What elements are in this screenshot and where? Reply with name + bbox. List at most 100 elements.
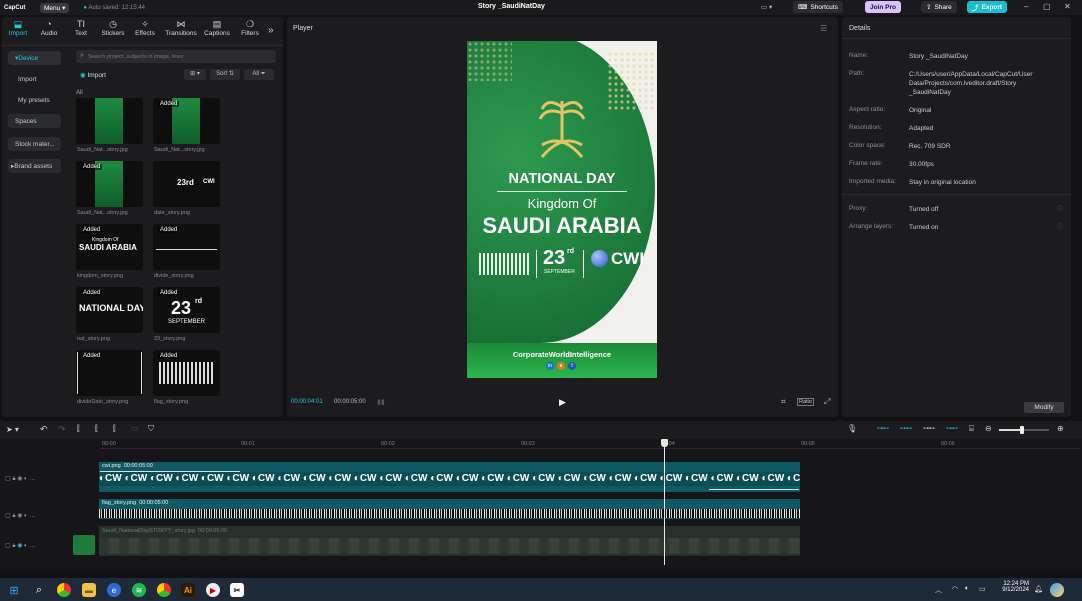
wifi-icon[interactable]: ◠ [952,585,958,593]
media-item-flag-story[interactable]: Added [153,350,220,396]
tab-audio[interactable]: ◔ Audio [34,19,64,37]
media-item-saudi-nat-3[interactable]: Added [76,161,143,207]
modify-button[interactable]: Modify [1024,402,1064,413]
more-icon[interactable]: … [29,476,35,482]
ratio-button[interactable]: Ratio [797,398,814,406]
sidebar-item-brand-assets[interactable]: ▸ Brand assets [8,159,61,173]
maximize-icon[interactable]: ▢ [1043,2,1051,11]
caption-icon[interactable]: ⌸ [969,424,974,434]
shield-icon[interactable]: ⛉ [148,424,154,434]
zoom-slider-handle[interactable] [1019,426,1024,434]
search-icon[interactable]: ⌕ [32,583,46,597]
notification-bell-icon[interactable]: 🔔︎ [1034,585,1043,593]
cover-icon[interactable]: ▢ [5,543,11,549]
lock-icon[interactable]: 🔒︎ [12,513,15,519]
cover-thumbnail[interactable] [73,535,95,555]
layout-button[interactable]: ▭ ▾ [756,1,777,13]
close-icon[interactable]: ✕ [1064,2,1071,11]
more-icon[interactable]: … [29,513,35,519]
auto-snap-icon[interactable]: ⊶⊷ [900,425,912,432]
microphone-icon[interactable]: 🎙︎ [847,424,857,433]
search-input[interactable] [88,51,268,62]
search-box[interactable]: ⌕ [76,50,276,63]
media-item-saudi-nat-2[interactable]: Added [153,98,220,144]
media-item-date-story[interactable]: 23rd CWI [153,161,220,207]
zoom-out-icon[interactable]: ⊖ [985,424,992,433]
eye-icon[interactable]: ◉ [17,476,22,482]
main-track-magnet-icon[interactable]: ⊶⊷ [877,425,889,432]
select-tool-icon[interactable]: ➤ ▾ [6,425,19,434]
info-icon[interactable]: ⓘ [1057,204,1063,213]
sidebar-item-stock-material[interactable]: Stock mater... [8,137,61,151]
media-item-saudi-nat-1[interactable] [76,98,143,144]
audio-mute-icon[interactable]: 🔈︎ [24,476,28,482]
sidebar-item-import[interactable]: Import [8,72,61,86]
illustrator-icon[interactable]: Ai [181,583,195,597]
tab-transitions[interactable]: ⋈ Transitions [163,19,199,37]
export-button[interactable]: ⤴ Export [967,1,1008,13]
more-tabs-icon[interactable]: » [268,25,274,36]
chrome-icon[interactable] [57,583,71,597]
split-right-icon[interactable]: ⫿ [113,424,116,434]
zoom-in-icon[interactable]: ⊕ [1057,424,1064,433]
tab-stickers[interactable]: ◷ Stickers [98,19,128,37]
more-icon[interactable]: … [29,543,35,549]
menu-button[interactable]: Menu ▾ [40,2,70,13]
sidebar-item-device[interactable]: ▾ Device [8,51,61,65]
timeline-clip-main-video[interactable]: Saudi_NationalDaySTORYY_story.jpg 00:00:… [99,526,800,556]
edge-icon[interactable]: e [107,583,121,597]
media-item-nat-story[interactable]: Added NATIONAL DAY [76,287,143,333]
windows-start-icon[interactable]: ⊞ [7,583,21,597]
spotify-icon[interactable]: ≋ [132,583,146,597]
split-left-icon[interactable]: ⫿ [95,424,98,434]
view-mode-button[interactable]: ⊞ ▾ [184,69,206,80]
split-icon[interactable]: ⫿ [77,424,80,434]
preview-axis-icon[interactable]: ⊶⊷ [946,425,958,432]
delete-icon[interactable]: ▭ [131,424,139,433]
playhead-handle[interactable] [661,439,668,447]
clock[interactable]: 12:24 PM 9/12/2024 [999,581,1029,593]
linkage-icon[interactable]: ⊶⊷ [923,425,935,432]
tab-text[interactable]: TI Text [66,19,96,37]
sidebar-item-my-presets[interactable]: My presets [8,93,61,107]
sort-button[interactable]: Sort ⇅ [210,69,240,80]
playhead[interactable] [664,439,665,565]
player-menu-icon[interactable]: ☰ [820,24,827,33]
sidebar-item-spaces[interactable]: Spaces [8,114,61,128]
eye-icon[interactable]: ◉ [17,543,22,549]
audio-mute-icon[interactable]: 🔈︎ [24,513,28,519]
lock-icon[interactable]: 🔒︎ [12,543,15,549]
share-button[interactable]: ⇪ Share [921,1,957,13]
undo-icon[interactable]: ↶ [40,424,48,435]
copilot-icon[interactable] [1050,583,1064,597]
screenshot-icon[interactable]: ⌗ [781,397,786,407]
fullscreen-icon[interactable]: ⤢ [824,397,830,407]
filter-button[interactable]: All ⏷ [244,69,274,80]
tray-chevron-icon[interactable]: ︿ [935,585,942,595]
cover-icon[interactable]: ▢ [5,513,11,519]
lock-icon[interactable]: 🔒︎ [12,476,15,482]
play-icon[interactable]: ▶ [559,397,566,408]
media-item-23-story[interactable]: Added 23 rd SEPTEMBER [153,287,220,333]
import-button[interactable]: ◉ Import [80,71,106,79]
media-item-dividedate-story[interactable]: Added [76,350,143,396]
eye-icon[interactable]: ◉ [17,513,22,519]
file-explorer-icon[interactable]: ▬ [82,583,96,597]
join-pro-button[interactable]: Join Pro [865,1,902,13]
timecode-format-icon[interactable]: ▮▮ [377,398,385,406]
audio-mute-icon[interactable]: 🔈︎ [24,543,28,549]
shortcuts-button[interactable]: ⌨ Shortcuts [793,1,843,13]
media-player-icon[interactable]: ▶ [206,583,220,597]
redo-icon[interactable]: ↷ [58,424,66,435]
volume-icon[interactable]: 🔈︎ [965,585,969,593]
battery-icon[interactable]: ▭ [979,585,986,593]
tab-effects[interactable]: ✧ Effects [130,19,160,37]
timeline-clip-flag[interactable]: flag_story.png 00:00:05:00 [99,499,800,519]
media-item-kingdom-story[interactable]: Added Kingdom Of SAUDI ARABIA [76,224,143,270]
info-icon[interactable]: ⓘ [1057,222,1063,231]
minimize-icon[interactable]: – [1024,2,1028,11]
capcut-taskbar-icon[interactable]: ✂ [230,583,244,597]
zoom-slider[interactable] [999,426,1049,434]
tab-import[interactable]: ⬓ Import [3,19,33,37]
media-item-divide-story[interactable]: Added [153,224,220,270]
